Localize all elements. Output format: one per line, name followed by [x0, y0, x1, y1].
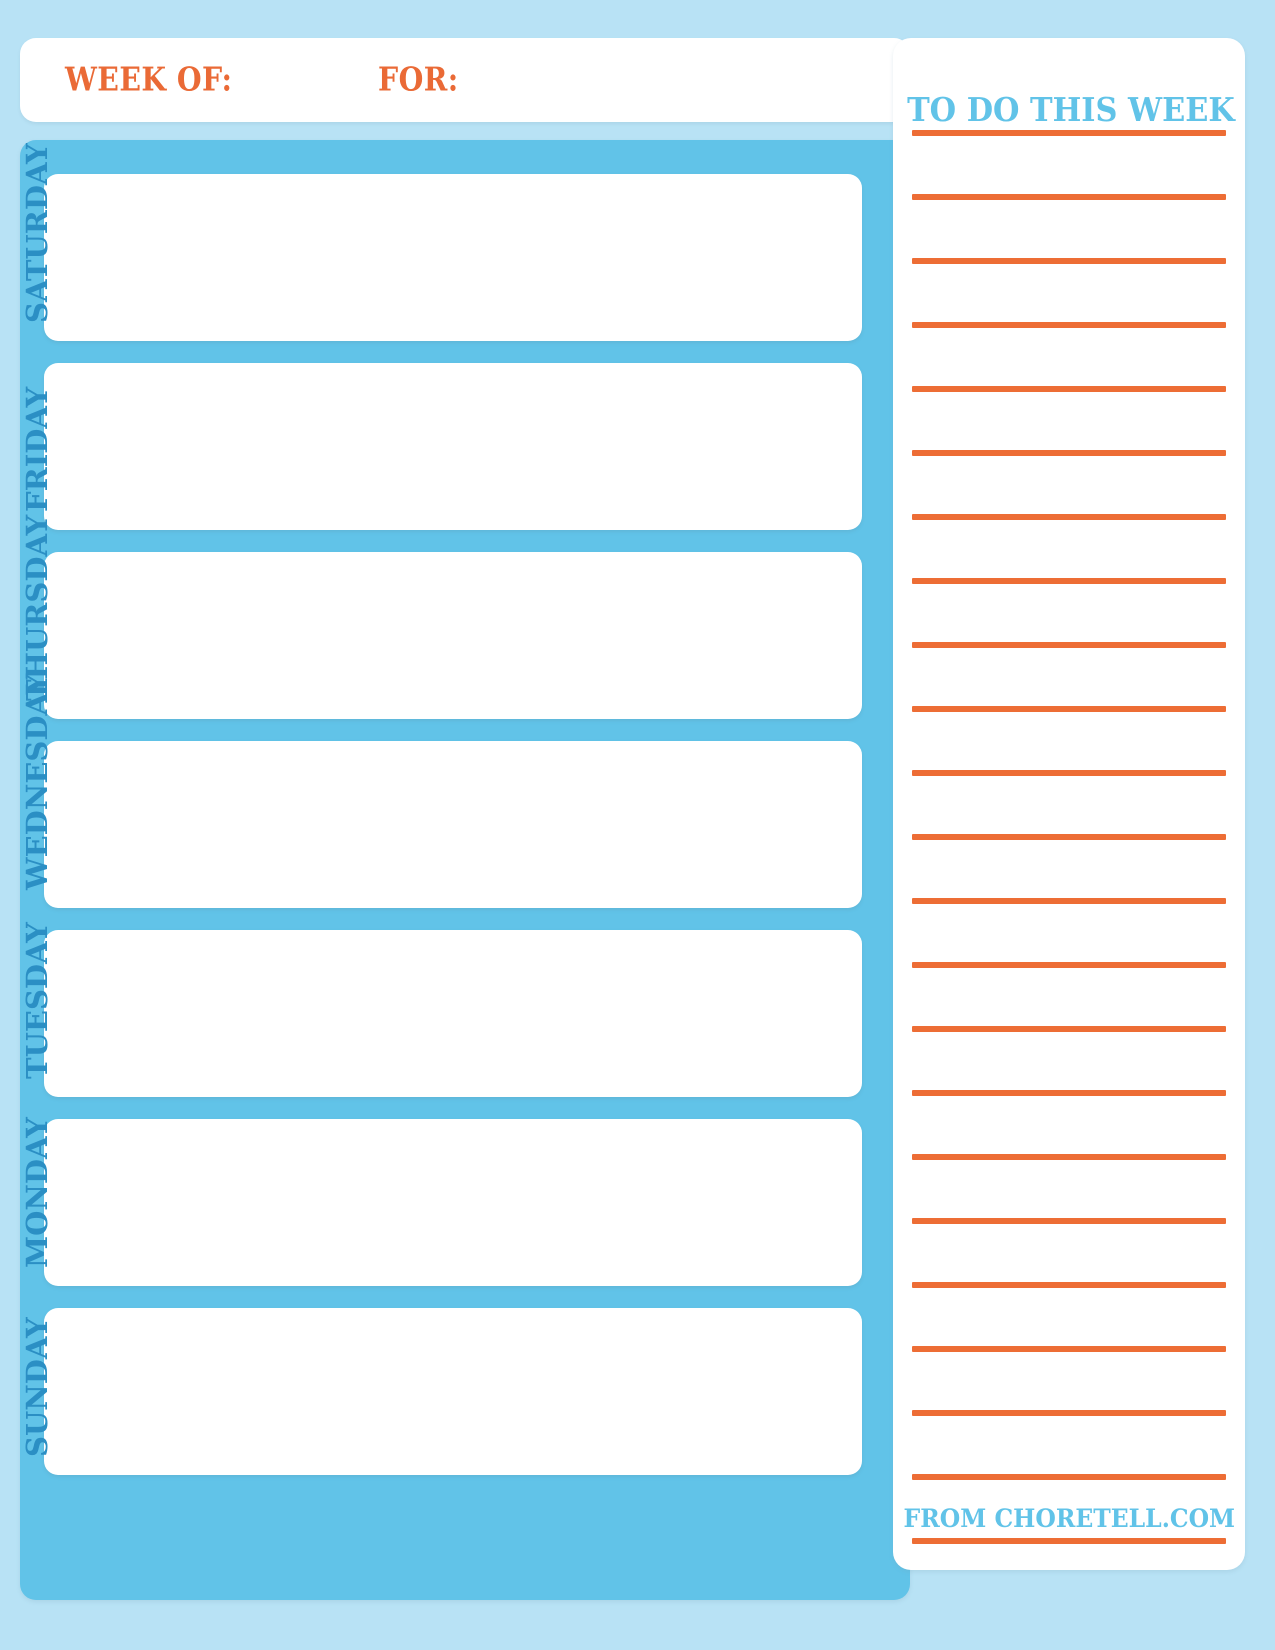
day-label-monday: MONDAY [20, 1117, 54, 1268]
todo-line-list [893, 38, 1245, 1570]
todo-line[interactable] [912, 1282, 1226, 1288]
day-label-sunday: SUNDAY [20, 1317, 54, 1457]
day-card-saturday[interactable]: SATURDAY [20, 143, 862, 341]
days-container: SATURDAY FRIDAY THURSDAY WEDNESDAY TUESDAY MO… [20, 140, 910, 1600]
todo-line[interactable] [912, 1410, 1226, 1416]
todo-line[interactable] [912, 706, 1226, 712]
todo-line[interactable] [912, 514, 1226, 520]
for-label: FOR: [378, 59, 459, 99]
todo-line[interactable] [912, 386, 1226, 392]
day-card-wednesday[interactable]: WEDNESDAY [20, 674, 862, 908]
todo-line[interactable] [912, 770, 1226, 776]
day-label-friday: FRIDAY [20, 386, 54, 512]
todo-line[interactable] [912, 1090, 1226, 1096]
header-card: WEEK OF: FOR: [20, 38, 910, 122]
todo-line[interactable] [912, 1346, 1226, 1352]
source-footer: FROM CHORETELL.COM [903, 1504, 1236, 1533]
week-of-label: WEEK OF: [65, 59, 233, 99]
todo-line[interactable] [912, 962, 1226, 968]
todo-line[interactable] [912, 898, 1226, 904]
day-card-monday[interactable]: MONDAY [20, 1117, 862, 1286]
todo-line[interactable] [912, 322, 1226, 328]
day-label-saturday: SATURDAY [20, 143, 54, 323]
day-label-tuesday: TUESDAY [20, 922, 54, 1079]
todo-line[interactable] [912, 1154, 1226, 1160]
todo-line[interactable] [912, 642, 1226, 648]
todo-card: TO DO THIS WEEK FROM CHORETELL.COM [893, 38, 1245, 1570]
planner-page: WEEK OF: FOR: SATURDAY FRIDAY THURSDAY WEDN… [0, 0, 1275, 1650]
day-label-wednesday: WEDNESDAY [20, 673, 54, 890]
day-card-thursday[interactable]: THURSDAY [20, 515, 862, 719]
day-card-tuesday[interactable]: TUESDAY [20, 922, 862, 1097]
todo-line[interactable] [912, 1474, 1226, 1480]
todo-line[interactable] [912, 450, 1226, 456]
todo-line[interactable] [912, 194, 1226, 200]
todo-line[interactable] [912, 258, 1226, 264]
todo-line[interactable] [912, 1026, 1226, 1032]
todo-line[interactable] [912, 130, 1226, 136]
day-card-sunday[interactable]: SUNDAY [20, 1308, 862, 1475]
todo-line[interactable] [912, 1218, 1226, 1224]
day-card-friday[interactable]: FRIDAY [20, 363, 862, 530]
todo-line[interactable] [912, 834, 1226, 840]
todo-line[interactable] [912, 578, 1226, 584]
todo-line[interactable] [912, 1538, 1226, 1544]
